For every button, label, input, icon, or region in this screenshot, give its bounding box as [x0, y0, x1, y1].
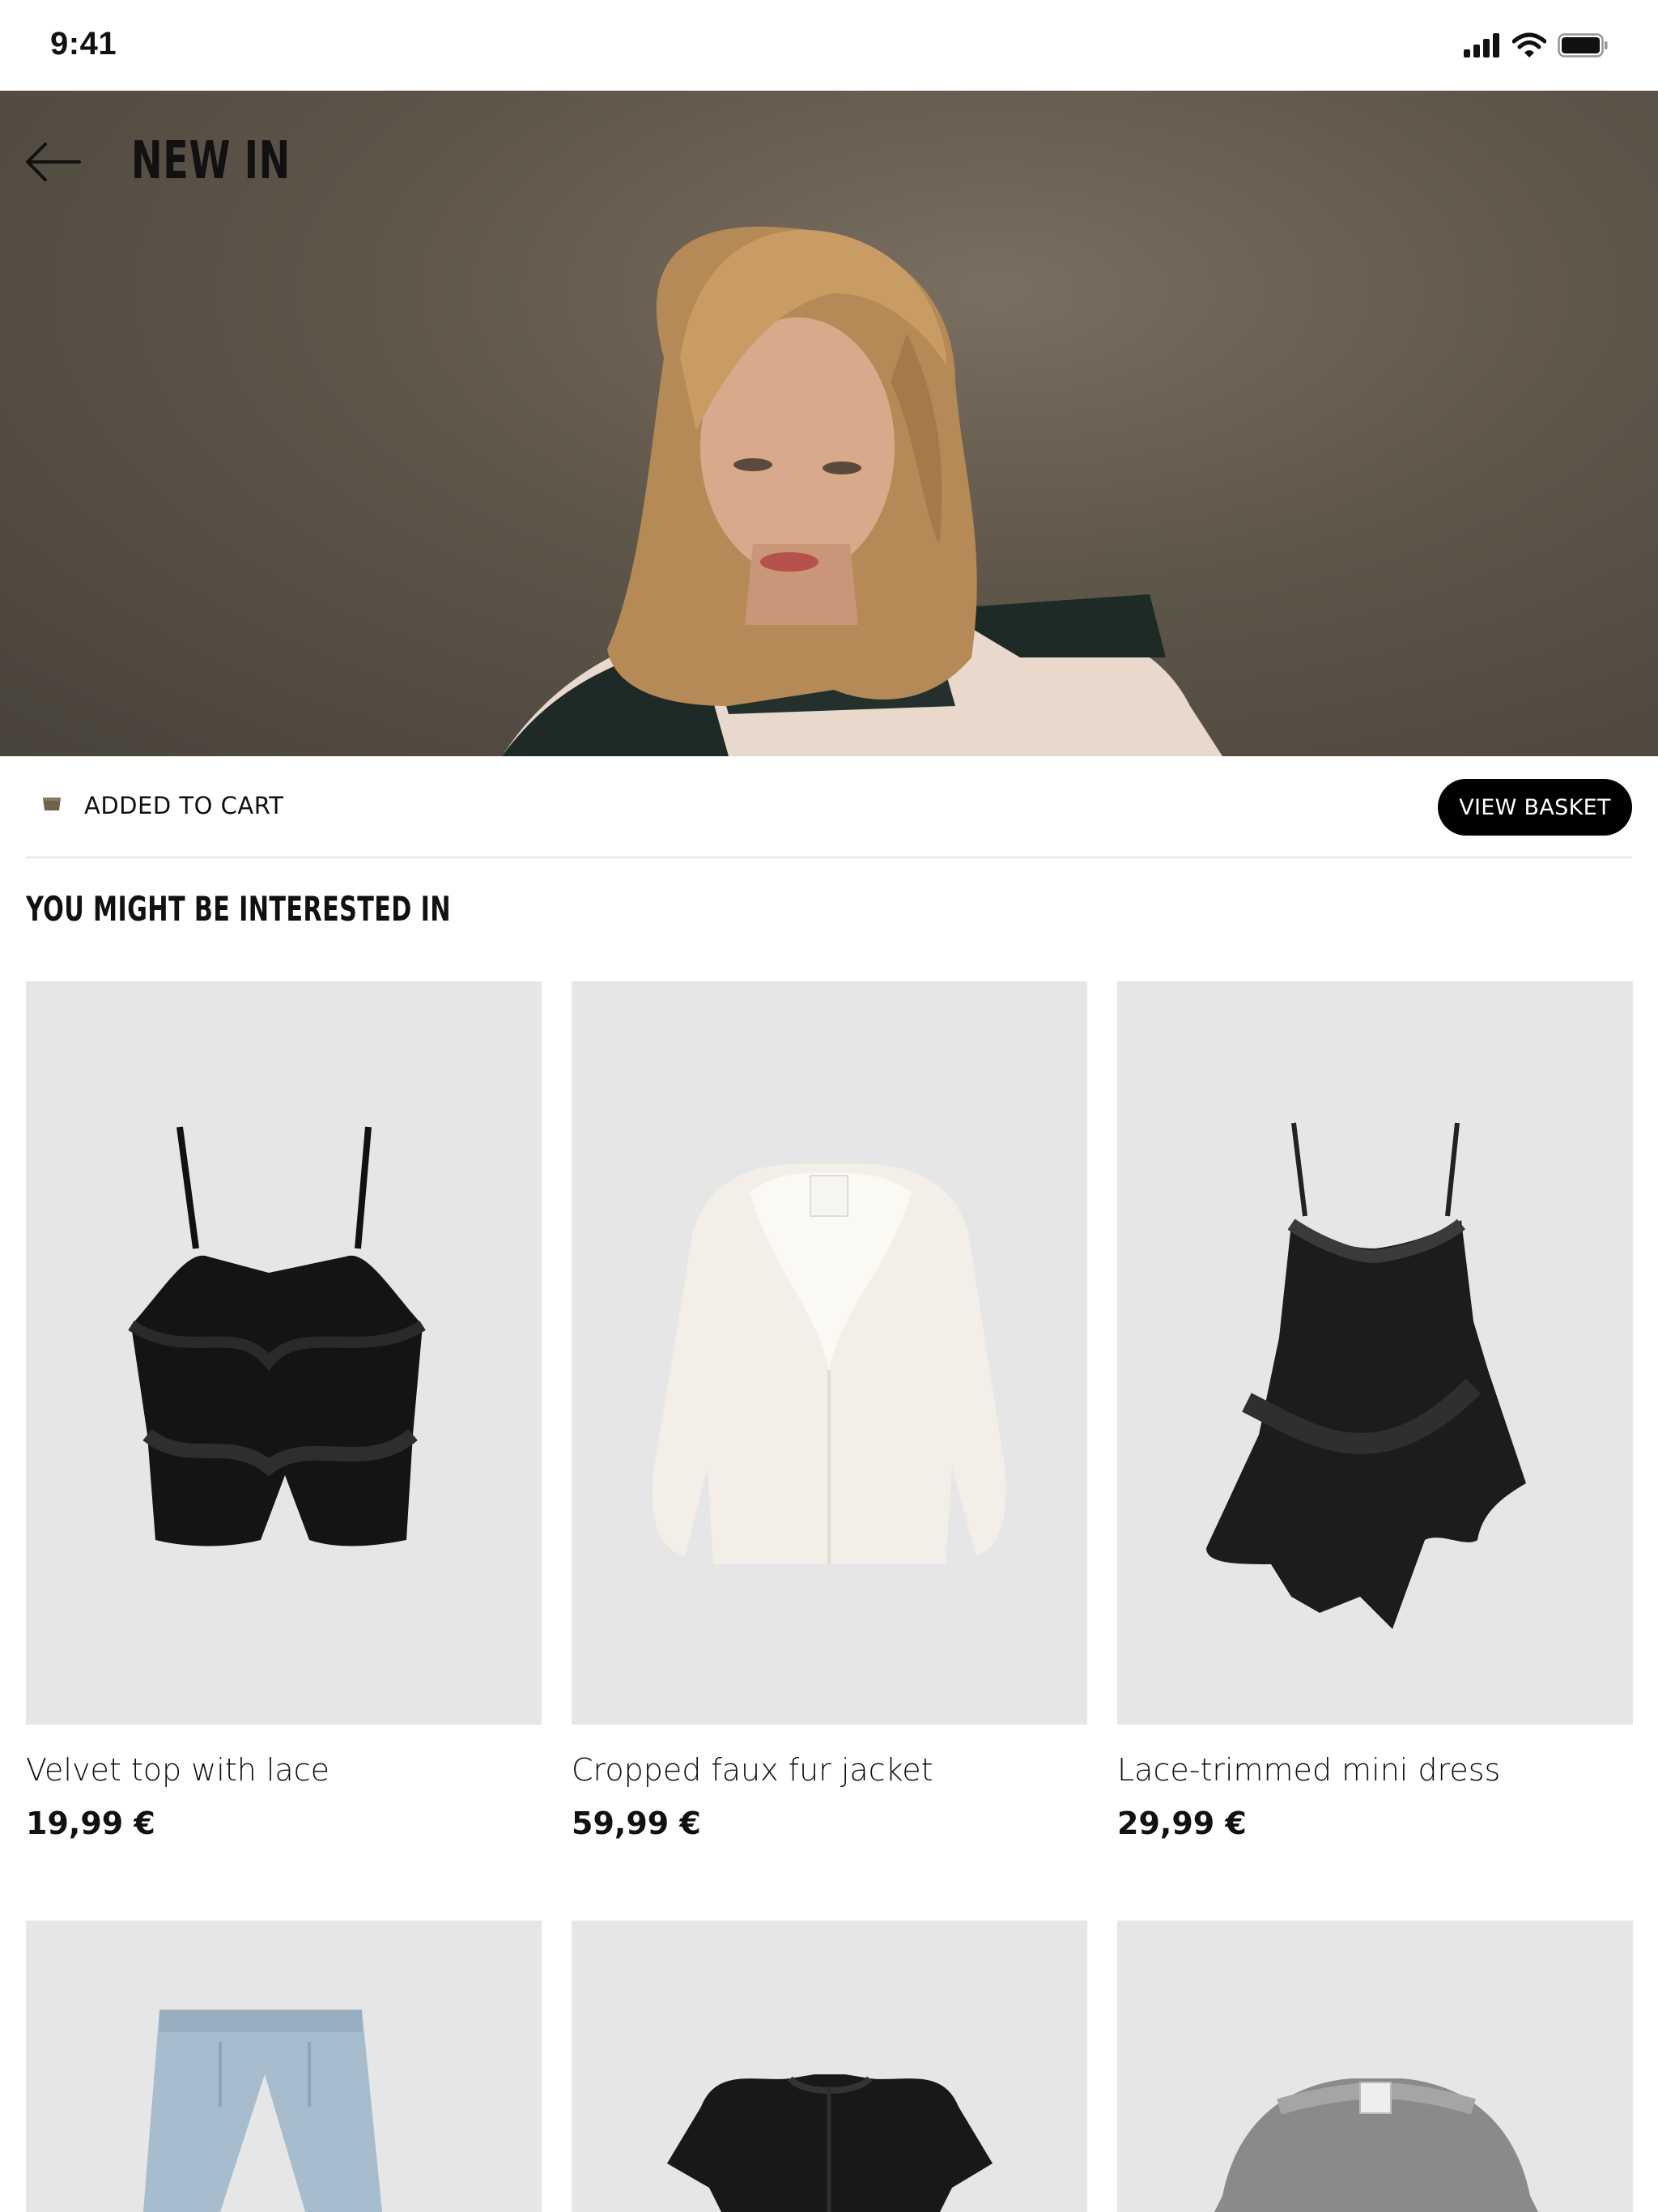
recommendations-title: YOU MIGHT BE INTERESTED IN	[26, 889, 451, 929]
product-card[interactable]: Lace-trimmed mini dress 29,99 €	[1117, 981, 1633, 1841]
lace-mini-dress-image	[1206, 1122, 1526, 1629]
added-to-cart-banner: ADDED TO CART VIEW BASKET	[26, 756, 1632, 858]
product-image[interactable]	[26, 1921, 542, 2212]
product-image[interactable]	[1117, 981, 1633, 1725]
cart-item-thumbnail	[43, 798, 61, 810]
product-card[interactable]	[26, 1921, 542, 2212]
back-arrow-icon[interactable]	[24, 139, 81, 185]
product-price: 19,99 €	[26, 1806, 155, 1841]
product-image[interactable]	[26, 981, 542, 1725]
product-name[interactable]: Cropped faux fur jacket	[572, 1752, 933, 1788]
product-image[interactable]	[572, 981, 1087, 1725]
product-card[interactable]	[1117, 1921, 1633, 2212]
product-image[interactable]	[572, 1921, 1087, 2212]
status-time: 9:41	[50, 26, 117, 62]
grey-faux-fur-jacket-image	[1214, 2078, 1538, 2212]
product-price: 29,99 €	[1117, 1806, 1247, 1841]
view-basket-button[interactable]: VIEW BASKET	[1438, 779, 1632, 836]
cellular-signal-icon	[1464, 33, 1499, 57]
faux-fur-jacket-image	[652, 1163, 1006, 1564]
product-card[interactable]: Cropped faux fur jacket 59,99 €	[572, 981, 1087, 1841]
velvet-lace-top-image	[128, 1126, 426, 1546]
product-name[interactable]: Velvet top with lace	[26, 1752, 329, 1788]
product-price: 59,99 €	[572, 1806, 701, 1841]
product-card[interactable]: Velvet top with lace 19,99 €	[26, 981, 542, 1841]
wifi-icon	[1512, 32, 1546, 57]
added-to-cart-text: ADDED TO CART	[84, 792, 284, 819]
page-title: NEW IN	[131, 131, 291, 191]
status-bar: 9:41	[0, 0, 1658, 91]
status-icons	[1464, 32, 1608, 58]
velvet-short-sleeve-top-image	[667, 2074, 993, 2212]
product-card[interactable]	[572, 1921, 1087, 2212]
product-name[interactable]: Lace-trimmed mini dress	[1117, 1752, 1500, 1788]
product-image[interactable]	[1117, 1921, 1633, 2212]
battery-icon	[1558, 33, 1608, 57]
jeans-image	[143, 2010, 382, 2212]
hero-banner: NEW IN	[0, 91, 1658, 756]
